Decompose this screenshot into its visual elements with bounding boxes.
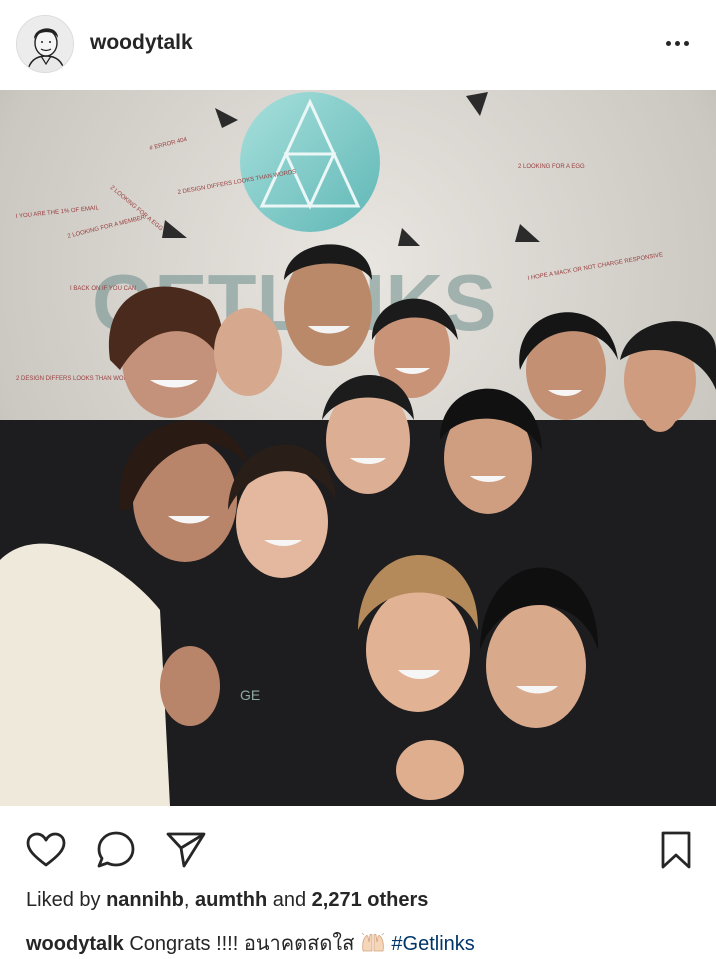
- liked-by-user-link[interactable]: nannihb: [106, 889, 184, 911]
- avatar[interactable]: [16, 15, 74, 73]
- caption-text: Congrats !!!! อนาคตสดใส: [123, 933, 360, 955]
- likes-prefix: Liked by: [26, 889, 107, 911]
- post-photo[interactable]: GETLINKS # ERROR 404 2 LOOKING FOR A EGG…: [0, 90, 716, 806]
- raised-hands-emoji-icon: [360, 932, 386, 953]
- likes-summary: Liked by nannihb, aumthh and 2,271 other…: [26, 889, 428, 912]
- likes-separator: ,: [183, 889, 195, 911]
- paper-plane-icon[interactable]: [164, 828, 208, 872]
- likes-and: and: [267, 889, 312, 911]
- post-username[interactable]: woodytalk: [90, 31, 193, 55]
- wall-sticker: I BACK ON IF YOU CAN: [70, 286, 136, 292]
- hashtag-link[interactable]: #Getlinks: [391, 933, 474, 955]
- heart-icon[interactable]: [24, 828, 68, 872]
- liked-by-user-link[interactable]: aumthh: [195, 889, 267, 911]
- post-header: woodytalk: [0, 0, 716, 90]
- likes-count-link[interactable]: 2,271 others: [312, 889, 429, 911]
- action-bar: [0, 820, 716, 876]
- more-options-icon[interactable]: [662, 30, 692, 56]
- getlinks-logo: [240, 92, 380, 232]
- comment-icon[interactable]: [94, 828, 138, 872]
- bookmark-icon[interactable]: [654, 828, 698, 872]
- shirt-print: GE: [240, 687, 260, 703]
- wall-sticker: 2 LOOKING FOR A EGG: [518, 164, 585, 170]
- post-caption: woodytalk Congrats !!!! อนาคตสดใส #Getli…: [26, 927, 475, 959]
- wall-sticker: 2 DESIGN DIFFERS LOOKS THAN WORDS: [16, 376, 136, 382]
- caption-username[interactable]: woodytalk: [26, 933, 124, 955]
